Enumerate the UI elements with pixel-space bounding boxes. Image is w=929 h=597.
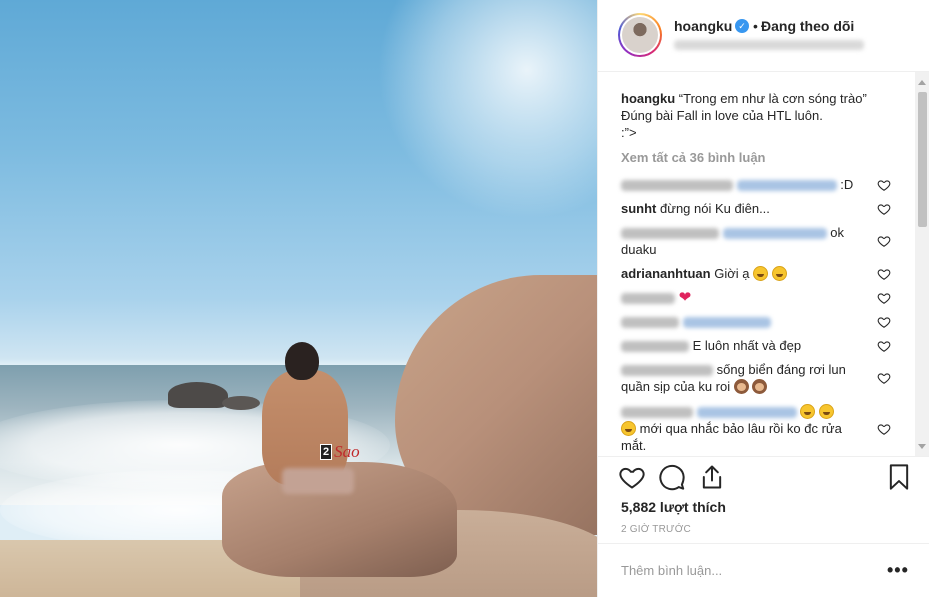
- verified-badge-icon: ✓: [735, 19, 749, 33]
- comment-heart-icon[interactable]: [877, 267, 891, 281]
- watermark-text: Sao: [334, 442, 360, 461]
- see-no-evil-monkey-icon: [752, 379, 768, 394]
- comment-text: E luôn nhất và đẹp: [692, 338, 802, 353]
- view-all-comments-link[interactable]: Xem tất cả 36 bình luận: [621, 150, 766, 165]
- scroll-thumb[interactable]: [918, 92, 927, 227]
- bookmark-icon[interactable]: [885, 463, 913, 491]
- red-heart-emoji-icon: ❤: [678, 289, 692, 306]
- comment-row: E luôn nhất và đẹp: [621, 337, 891, 354]
- comment-heart-icon[interactable]: [877, 339, 891, 353]
- comment-username[interactable]: [621, 365, 713, 377]
- comment-heart-icon[interactable]: [877, 422, 891, 436]
- comment-icon[interactable]: [658, 463, 686, 491]
- comment-mention[interactable]: [682, 317, 771, 329]
- comment-heart-icon[interactable]: [877, 291, 891, 305]
- share-icon[interactable]: [698, 463, 726, 491]
- grinning-emoji-icon: [800, 404, 816, 419]
- caption-text: “Trong em như là cơn sóng trào”: [678, 91, 867, 106]
- comment-heart-icon[interactable]: [877, 315, 891, 329]
- caption-username[interactable]: hoangku: [621, 91, 675, 106]
- comments-section: hoangku “Trong em như là cơn sóng trào” …: [598, 72, 929, 457]
- post-header: hoangku ✓ • Đang theo dõi: [598, 0, 929, 72]
- comment-row: adriananhtuan Giời ạ: [621, 265, 891, 282]
- caption-text: Đúng bài Fall in love của HTL luôn.: [621, 108, 823, 123]
- grinning-emoji-icon: [771, 266, 787, 281]
- comment-row: ok duaku: [621, 224, 851, 258]
- likes-count[interactable]: 5,882 lượt thích: [621, 499, 726, 515]
- comment-row: :D: [621, 176, 891, 193]
- grinning-emoji-icon: [621, 421, 636, 436]
- scroll-up-arrow-icon[interactable]: [918, 80, 926, 85]
- comment-input[interactable]: [621, 563, 871, 578]
- post-timestamp[interactable]: 2 GIỜ TRƯỚC: [621, 524, 691, 535]
- scroll-down-arrow-icon[interactable]: [918, 444, 926, 449]
- see-no-evil-monkey-icon: [733, 379, 749, 394]
- comments-scrollbar[interactable]: [915, 72, 929, 456]
- comment-username[interactable]: [621, 317, 679, 329]
- separator-dot: •: [753, 18, 758, 34]
- comment-heart-icon[interactable]: [877, 202, 891, 216]
- avatar[interactable]: [618, 13, 662, 57]
- comment-username[interactable]: [621, 407, 693, 419]
- comment-text: mới qua nhắc bảo lâu rồi ko đc rửa mắt.: [621, 421, 842, 453]
- header-username[interactable]: hoangku: [674, 18, 732, 34]
- comment-text: :D: [840, 177, 854, 192]
- watermark-box: 2: [320, 444, 333, 460]
- location-link[interactable]: [674, 40, 864, 50]
- comment-username[interactable]: [621, 180, 733, 192]
- person-head: [285, 342, 319, 380]
- comment-username[interactable]: [621, 293, 675, 305]
- post-actions: [598, 457, 929, 497]
- comment-row: ❤: [621, 289, 891, 306]
- censor-blur: [282, 468, 354, 494]
- caption: hoangku “Trong em như là cơn sóng trào” …: [621, 90, 891, 141]
- comment-username[interactable]: sunht: [621, 201, 656, 216]
- comment-mention[interactable]: [736, 180, 837, 192]
- comment-heart-icon[interactable]: [877, 371, 891, 385]
- distant-rock: [168, 382, 228, 408]
- post-photo[interactable]: 2 Sao: [0, 0, 597, 597]
- comment-heart-icon[interactable]: [877, 178, 891, 192]
- comment-text: Giời ạ: [714, 266, 750, 281]
- comment-row: sống biển đáng rơi lun quần sịp của ku r…: [621, 361, 861, 395]
- comment-heart-icon[interactable]: [877, 234, 891, 248]
- comment-mention[interactable]: [722, 228, 827, 240]
- more-options-icon[interactable]: •••: [887, 560, 909, 581]
- grinning-emoji-icon: [818, 404, 834, 419]
- heart-icon[interactable]: [618, 463, 646, 491]
- post-sidebar: hoangku ✓ • Đang theo dõi hoangku “Trong…: [597, 0, 929, 597]
- caption-text: :”>: [621, 125, 637, 140]
- follow-status-button[interactable]: Đang theo dõi: [761, 18, 854, 34]
- grinning-emoji-icon: [753, 266, 769, 281]
- comment-row: sunht đừng nói Ku điên...: [621, 200, 891, 217]
- comment-username[interactable]: [621, 341, 689, 353]
- comment-row: mới qua nhắc bảo lâu rồi ko đc rửa mắt.: [621, 403, 866, 454]
- avatar-image: [622, 17, 658, 53]
- watermark: 2 Sao: [320, 442, 360, 462]
- sun-glare: [377, 0, 597, 220]
- comment-username[interactable]: [621, 228, 719, 240]
- add-comment-bar: •••: [598, 543, 929, 597]
- comment-mention[interactable]: [696, 407, 797, 419]
- comment-row: [621, 313, 891, 330]
- comment-text: đừng nói Ku điên...: [660, 201, 770, 216]
- comment-username[interactable]: adriananhtuan: [621, 266, 711, 281]
- distant-rock: [222, 396, 260, 410]
